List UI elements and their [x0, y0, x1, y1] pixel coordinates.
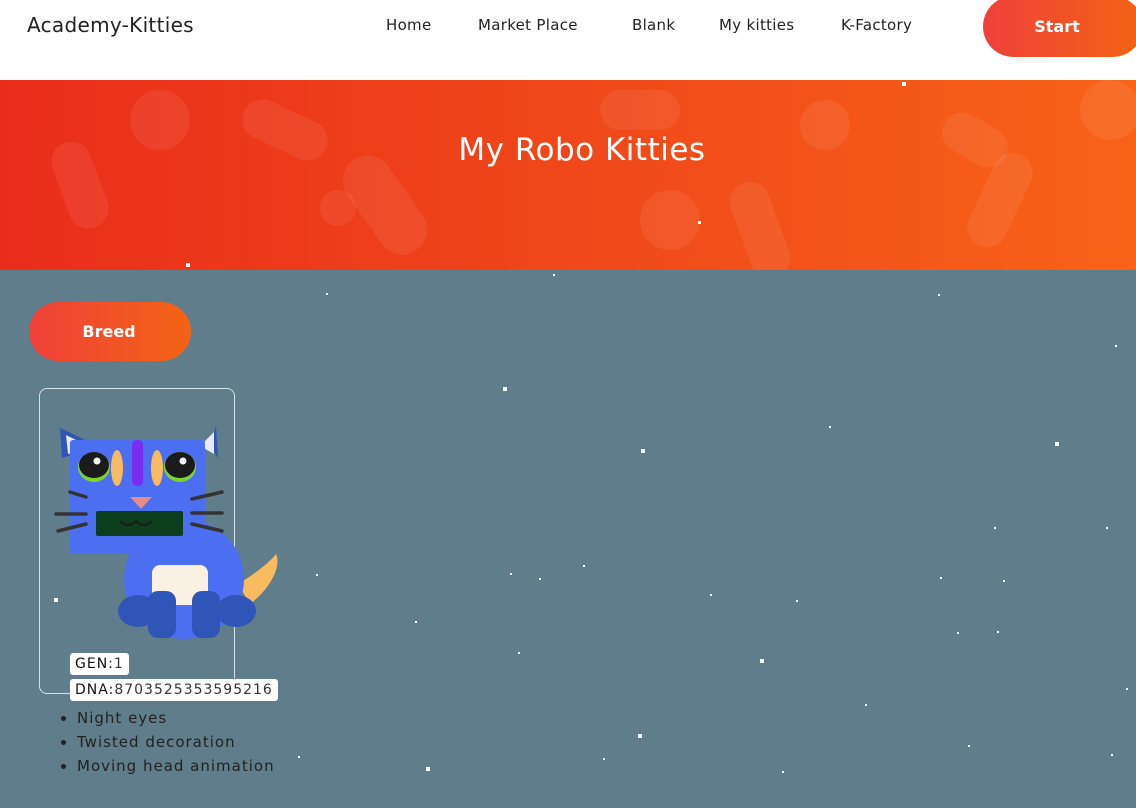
kitty-leg	[148, 591, 176, 638]
nav-home[interactable]: Home	[386, 16, 432, 34]
star	[298, 756, 300, 758]
nav-blank[interactable]: Blank	[632, 16, 675, 34]
star	[326, 293, 328, 295]
kitty-leg	[192, 591, 220, 638]
start-button[interactable]: Start	[983, 0, 1136, 57]
kitty-paw	[216, 595, 256, 627]
dna-value: 8703525353595216	[114, 682, 273, 698]
nav-market-place[interactable]: Market Place	[478, 16, 578, 34]
star	[1111, 754, 1113, 756]
star	[865, 704, 867, 706]
kitty-decoration	[111, 450, 123, 486]
kitty-eye-shine	[93, 457, 101, 465]
kitty-eye-shine	[179, 457, 187, 465]
dna-label: DNA:	[75, 682, 115, 698]
star	[641, 449, 645, 453]
kitty-decoration	[151, 450, 163, 486]
star	[782, 771, 784, 773]
hero-decoration	[1080, 80, 1136, 140]
navbar: Academy-Kitties Home Market Place Blank …	[0, 0, 1136, 80]
star	[968, 745, 970, 747]
kitty-eye	[79, 452, 109, 478]
star	[994, 527, 996, 529]
gen-label: GEN:	[75, 656, 114, 672]
hero-decoration	[640, 190, 700, 250]
star	[938, 294, 940, 296]
star	[957, 632, 959, 634]
dna-badge: DNA:8703525353595216	[70, 679, 278, 701]
star	[583, 565, 585, 567]
star	[415, 621, 417, 623]
star	[1003, 580, 1005, 582]
hero-decoration	[600, 90, 680, 130]
nav-k-factory[interactable]: K-Factory	[841, 16, 912, 34]
brand-logo[interactable]: Academy-Kitties	[27, 13, 194, 37]
star	[186, 263, 190, 267]
attribute-item: Moving head animation	[77, 754, 275, 778]
robo-kitty-image	[54, 426, 278, 639]
star	[1055, 442, 1059, 446]
star	[603, 758, 605, 760]
attribute-item: Night eyes	[77, 706, 275, 730]
star	[796, 600, 798, 602]
breed-button[interactable]: Breed	[29, 302, 191, 361]
star	[539, 578, 541, 580]
star	[1126, 688, 1128, 690]
kitty-eye	[165, 452, 195, 478]
hero-decoration	[320, 190, 356, 226]
star	[426, 767, 430, 771]
star	[710, 594, 712, 596]
hero-banner: My Robo Kitties	[0, 80, 1136, 270]
star	[638, 734, 642, 738]
star	[1106, 527, 1108, 529]
star	[316, 574, 318, 576]
star	[997, 631, 999, 633]
page-title: My Robo Kitties	[458, 132, 706, 168]
star	[1115, 345, 1117, 347]
star	[698, 221, 701, 224]
star	[760, 659, 764, 663]
star	[553, 274, 555, 276]
nav-my-kitties[interactable]: My kitties	[719, 16, 794, 34]
gen-value: 1	[113, 656, 124, 672]
kitty-decoration	[132, 440, 143, 486]
star	[940, 577, 942, 579]
star	[829, 426, 831, 428]
star	[902, 82, 906, 86]
hero-decoration	[724, 176, 796, 270]
star	[510, 573, 512, 575]
kitty-attributes: Night eyes Twisted decoration Moving hea…	[57, 706, 275, 778]
star	[503, 387, 507, 391]
gen-badge: GEN:1	[70, 653, 129, 675]
attribute-item: Twisted decoration	[77, 730, 275, 754]
star	[518, 652, 520, 654]
